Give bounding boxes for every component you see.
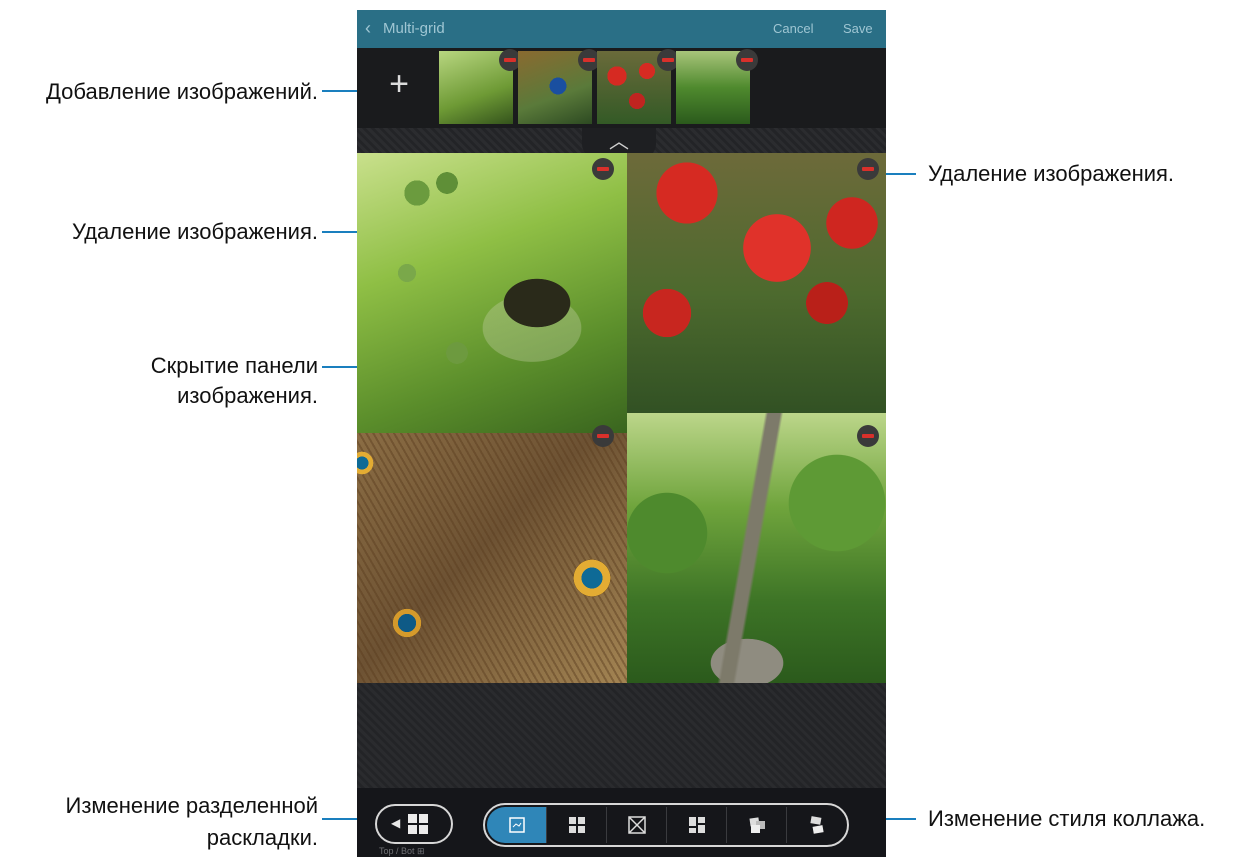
- layout-grid-icon: [569, 817, 585, 833]
- phone-screen: ‹ Multi-grid Cancel Save + ︿ ◀ Top / Bot…: [357, 10, 886, 857]
- triangle-left-icon: ◀: [391, 816, 401, 830]
- thumbnail-peacock[interactable]: [518, 49, 600, 124]
- title-bar: ‹ Multi-grid Cancel Save: [357, 10, 886, 48]
- layout-offset-icon: [689, 817, 705, 833]
- remove-collage-image-button[interactable]: [592, 158, 614, 180]
- collage-photo-bee[interactable]: [357, 153, 627, 443]
- image-panel: +: [357, 48, 886, 128]
- collage-style-selector: [483, 803, 849, 847]
- grid-icon: [408, 814, 428, 834]
- callout-split-1: Изменение разделенной: [65, 793, 319, 818]
- style-option-scatter[interactable]: [787, 807, 846, 843]
- style-option-grid[interactable]: [547, 807, 607, 843]
- split-layout-label: Top / Bot ⊞: [379, 846, 425, 856]
- style-option-1[interactable]: [487, 807, 547, 843]
- thumbnail-poppies[interactable]: [597, 49, 679, 124]
- chevron-left-icon[interactable]: ‹: [365, 18, 371, 39]
- callout-split-2: раскладки.: [206, 825, 318, 850]
- layout-diagonal-icon: [628, 816, 646, 834]
- callout-delete-right: Удаление изображения.: [928, 161, 1175, 186]
- collage-photo-peacock[interactable]: [357, 433, 637, 683]
- collage-photo-garden[interactable]: [627, 413, 886, 683]
- thumbnail-bee[interactable]: [439, 49, 521, 124]
- add-image-button[interactable]: +: [379, 60, 419, 108]
- cancel-button[interactable]: Cancel: [773, 21, 813, 36]
- remove-collage-image-button[interactable]: [592, 425, 614, 447]
- style-option-diagonal[interactable]: [607, 807, 667, 843]
- remove-collage-image-button[interactable]: [857, 158, 879, 180]
- empty-background: [357, 683, 886, 788]
- remove-collage-image-button[interactable]: [857, 425, 879, 447]
- thumbnail-garden[interactable]: [676, 49, 758, 124]
- save-button[interactable]: Save: [843, 21, 873, 36]
- layout-stack-icon: [749, 817, 765, 833]
- style-option-offset[interactable]: [667, 807, 727, 843]
- layout-single-icon: [509, 817, 525, 833]
- bottom-toolbar: ◀ Top / Bot ⊞: [357, 788, 886, 857]
- page-title: Multi-grid: [383, 20, 445, 37]
- callout-hide-panel-1: Скрытие панели: [150, 353, 318, 378]
- collage-canvas[interactable]: [357, 153, 886, 683]
- collage-photo-poppies[interactable]: [627, 153, 886, 433]
- split-layout-button[interactable]: ◀: [375, 804, 453, 844]
- callout-hide-panel-2: изображения.: [177, 383, 318, 408]
- callout-add-images: Добавление изображений.: [46, 79, 318, 104]
- callout-style: Изменение стиля коллажа.: [928, 806, 1206, 831]
- callout-delete-left: Удаление изображения.: [71, 219, 318, 244]
- layout-scatter-icon: [810, 816, 824, 834]
- remove-image-button[interactable]: [736, 49, 758, 71]
- style-option-stack[interactable]: [727, 807, 787, 843]
